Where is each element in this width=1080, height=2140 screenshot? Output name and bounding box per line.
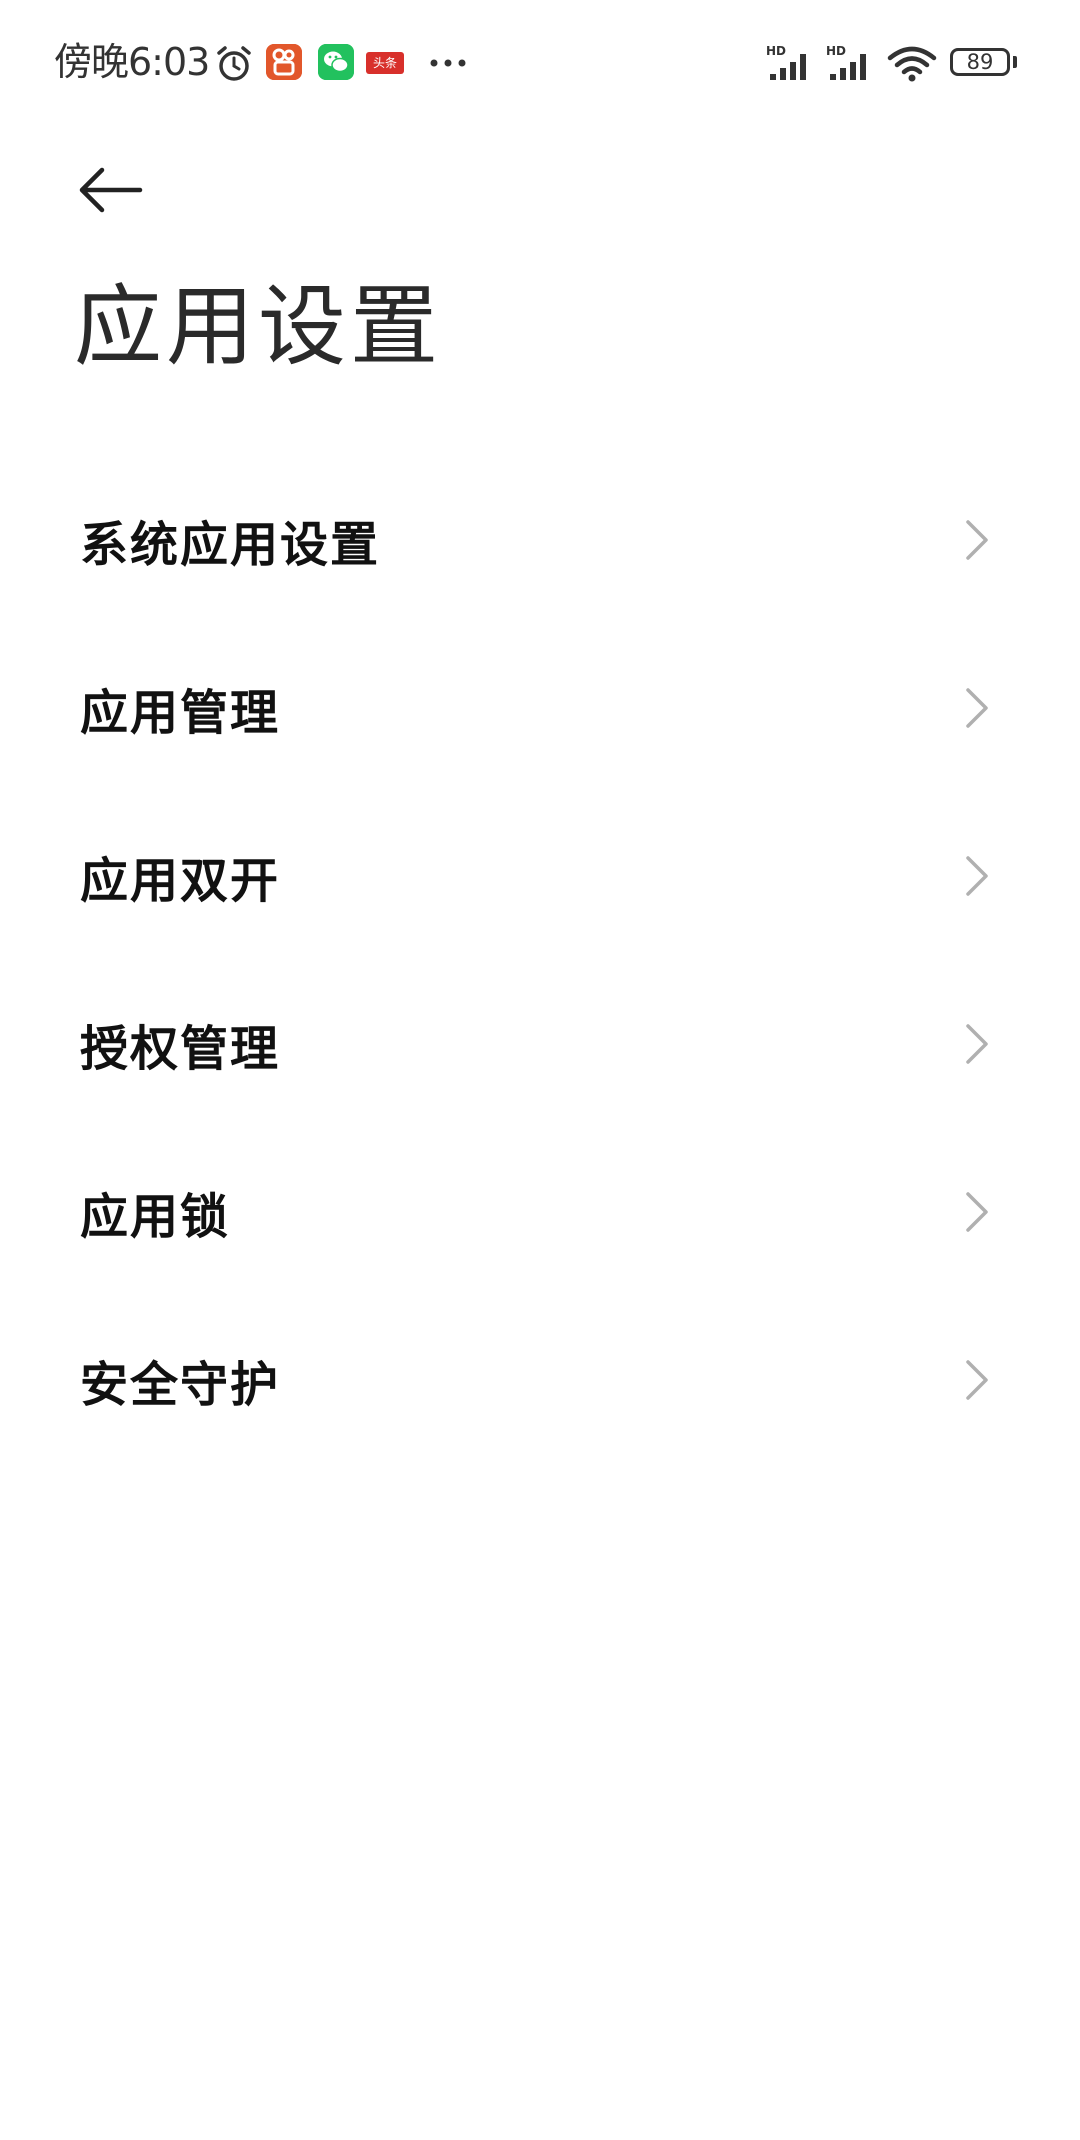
settings-list: 系统应用设置 应用管理 应用双开 授权管理 应用锁 安全守护	[0, 456, 1080, 1464]
more-notifications-icon	[430, 59, 466, 67]
settings-item-system-app-settings[interactable]: 系统应用设置	[0, 456, 1080, 624]
settings-item-app-management[interactable]: 应用管理	[0, 624, 1080, 792]
status-bar: 傍晚6:03 头条 HD HD 89	[0, 0, 1080, 130]
hd-signal-icon: HD	[826, 44, 866, 80]
back-button[interactable]	[72, 150, 152, 230]
chevron-right-icon	[966, 856, 988, 896]
toutiao-app-icon: 头条	[366, 52, 404, 74]
settings-item-label: 系统应用设置	[80, 517, 381, 573]
settings-item-security-guard[interactable]: 安全守护	[0, 1296, 1080, 1464]
alarm-icon	[217, 46, 251, 81]
svg-text:HD: HD	[826, 44, 846, 58]
chevron-right-icon	[966, 688, 988, 728]
chevron-right-icon	[966, 520, 988, 560]
wechat-app-icon	[318, 44, 354, 80]
hd-signal-icon: HD	[766, 44, 806, 80]
settings-item-label: 应用管理	[80, 685, 281, 741]
battery-tip	[1013, 56, 1017, 68]
wifi-icon	[887, 46, 937, 82]
page-title: 应用设置	[74, 275, 443, 378]
settings-item-label: 授权管理	[80, 1021, 281, 1077]
kuaishou-app-icon	[266, 44, 302, 80]
svg-text:HD: HD	[766, 44, 786, 58]
chevron-right-icon	[966, 1360, 988, 1400]
chevron-right-icon	[966, 1192, 988, 1232]
settings-item-dual-apps[interactable]: 应用双开	[0, 792, 1080, 960]
settings-item-label: 安全守护	[80, 1357, 281, 1413]
settings-item-label: 应用锁	[80, 1189, 231, 1245]
status-time: 傍晚6:03	[54, 40, 210, 84]
settings-item-app-lock[interactable]: 应用锁	[0, 1128, 1080, 1296]
settings-item-label: 应用双开	[80, 853, 281, 909]
settings-item-permissions[interactable]: 授权管理	[0, 960, 1080, 1128]
battery-icon: 89	[950, 48, 1010, 76]
arrow-left-icon	[79, 167, 143, 213]
chevron-right-icon	[966, 1024, 988, 1064]
